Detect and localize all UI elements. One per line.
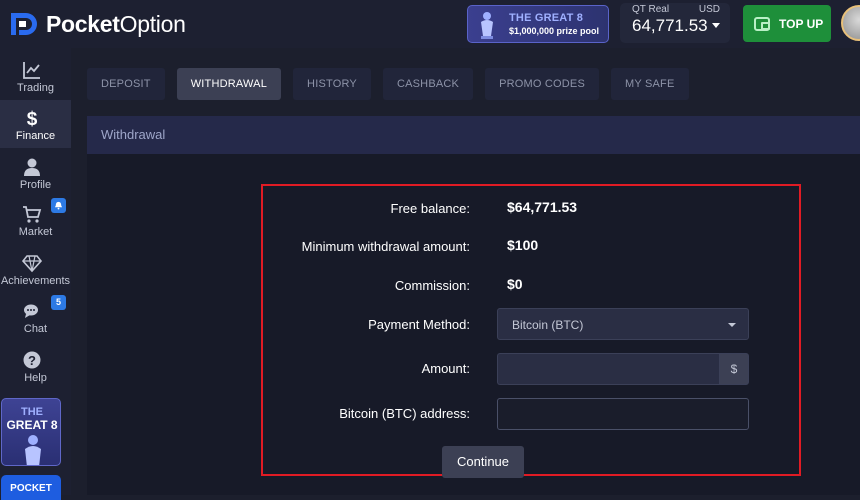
sidebar-item-help[interactable]: ? Help — [0, 342, 71, 390]
tab-promo-codes[interactable]: PROMO CODES — [485, 68, 600, 100]
bell-icon — [54, 201, 63, 210]
dollar-icon: $ — [27, 109, 38, 128]
free-balance-label: Free balance: — [390, 201, 471, 216]
avatar[interactable] — [841, 5, 860, 41]
brand-logo[interactable]: PocketOption — [8, 10, 186, 38]
payment-method-value: Bitcoin (BTC) — [512, 318, 584, 332]
great8-promo-card[interactable]: THE GREAT 8 $1,000,000 prize pool — [467, 5, 609, 43]
question-icon: ? — [23, 351, 41, 369]
account-type: QT Real — [632, 4, 670, 15]
banner-line2: GREAT 8 — [6, 418, 58, 432]
svg-text:$: $ — [27, 109, 38, 128]
notification-badge — [51, 198, 66, 213]
sidebar-item-label: Finance — [15, 130, 56, 142]
page-title: Withdrawal — [101, 127, 166, 142]
tab-cashback[interactable]: CASHBACK — [382, 68, 474, 100]
continue-button[interactable]: Continue — [442, 446, 524, 478]
amount-label: Amount: — [421, 361, 470, 376]
sidebar-item-label: Help — [24, 372, 47, 384]
wallet-icon — [754, 16, 770, 31]
sidebar-item-label: Chat — [23, 323, 48, 335]
sidebar-item-label: Market — [18, 226, 53, 238]
sidebar-item-label: Trading — [17, 82, 54, 94]
sidebar-item-profile[interactable]: Profile — [0, 149, 71, 197]
statue-icon — [25, 435, 41, 465]
btc-address-input[interactable] — [497, 398, 749, 430]
top-header: PocketOption THE GREAT 8 $1,000,000 priz… — [0, 0, 860, 48]
great8-sidebar-banner[interactable]: THE GREAT 8 — [1, 398, 61, 466]
promo-subtitle: $1,000,000 prize pool — [509, 26, 600, 36]
diamond-icon — [22, 255, 42, 273]
sidebar-item-label: Achievements — [0, 275, 71, 287]
sidebar-item-achievements[interactable]: Achievements — [0, 245, 71, 293]
payment-method-label: Payment Method: — [368, 317, 470, 332]
commission-value: $0 — [507, 276, 523, 292]
sidebar-item-label: Profile — [19, 179, 52, 191]
banner-line1: THE — [21, 406, 43, 418]
topup-label: TOP UP — [779, 16, 824, 31]
pocket-option-logo-icon — [11, 13, 37, 35]
payment-method-select[interactable]: Bitcoin (BTC) — [497, 308, 749, 340]
chat-count-badge: 5 — [51, 295, 66, 310]
account-balance: 64,771.53 — [632, 16, 708, 35]
tab-my-safe[interactable]: MY SAFE — [611, 68, 689, 100]
chevron-down-icon — [728, 323, 736, 327]
commission-label: Commission: — [394, 278, 470, 293]
sidebar-item-trading[interactable]: Trading — [0, 52, 71, 100]
address-label: Bitcoin (BTC) address: — [339, 406, 470, 421]
brand-name: PocketOption — [46, 10, 186, 37]
pocket-button[interactable]: POCKET — [1, 475, 61, 500]
account-selector[interactable]: QT Real USD 64,771.53 — [620, 3, 730, 43]
min-withdrawal-label: Minimum withdrawal amount: — [301, 239, 470, 254]
free-balance-value: $64,771.53 — [507, 199, 578, 215]
chevron-down-icon — [712, 23, 720, 28]
sidebar-item-chat[interactable]: 5 Chat — [0, 293, 71, 341]
tab-deposit[interactable]: DEPOSIT — [87, 68, 165, 100]
topup-button[interactable]: TOP UP — [743, 5, 831, 42]
svg-text:?: ? — [28, 353, 36, 368]
finance-tabs: DEPOSIT WITHDRAWAL HISTORY CASHBACK PROM… — [87, 68, 701, 100]
sidebar-item-finance[interactable]: $ Finance — [0, 100, 71, 148]
tab-withdrawal[interactable]: WITHDRAWAL — [176, 68, 282, 100]
chart-line-icon — [23, 62, 40, 79]
promo-title: THE GREAT 8 — [509, 12, 584, 24]
page-title-bar: Withdrawal — [87, 116, 860, 154]
user-icon — [24, 158, 40, 176]
tab-history[interactable]: HISTORY — [293, 68, 371, 100]
sidebar-item-market[interactable]: Market — [0, 196, 71, 244]
currency-suffix: $ — [719, 353, 749, 385]
statue-icon — [481, 12, 493, 39]
chat-icon — [24, 304, 38, 318]
account-currency: USD — [698, 4, 720, 15]
amount-input[interactable] — [497, 353, 719, 385]
cart-icon — [23, 206, 42, 223]
min-withdrawal-value: $100 — [507, 237, 539, 253]
